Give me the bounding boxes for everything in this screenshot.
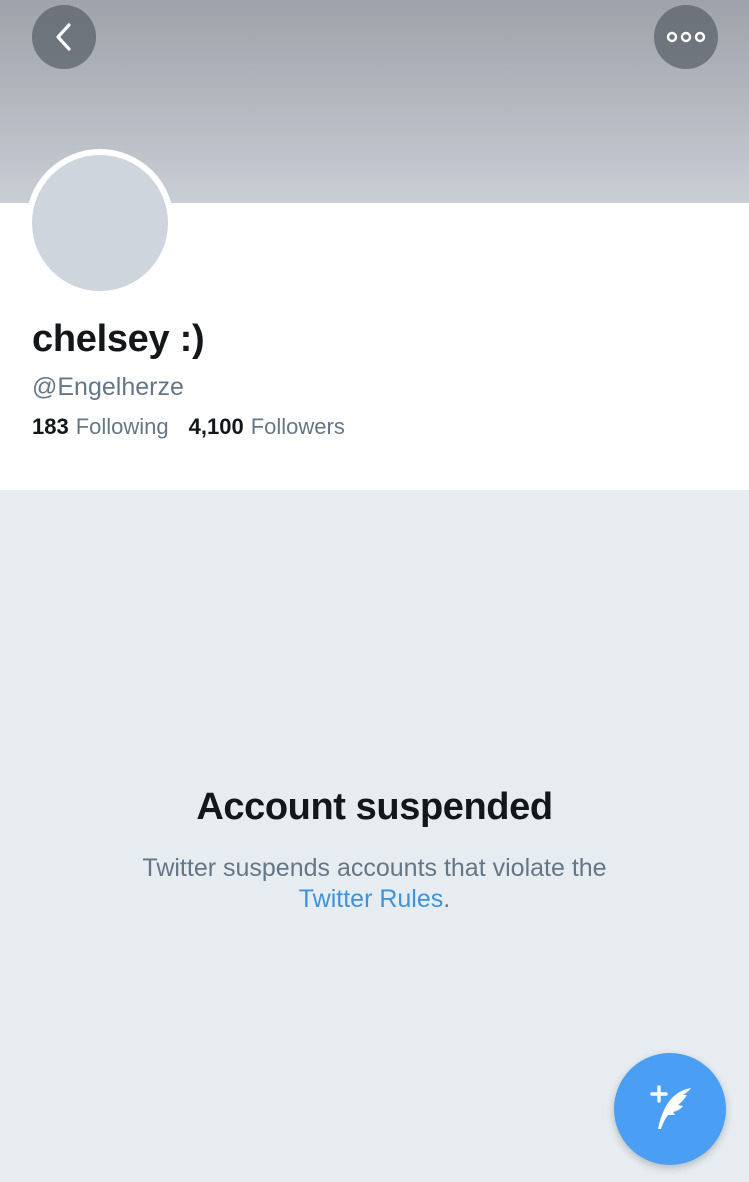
following-count: 183 bbox=[32, 414, 69, 439]
followers-label: Followers bbox=[250, 414, 345, 439]
followers-count: 4,100 bbox=[188, 414, 244, 439]
follow-stats: 183 Following 4,100 Followers bbox=[32, 414, 345, 440]
more-options-button[interactable] bbox=[654, 5, 718, 69]
back-button[interactable] bbox=[32, 5, 96, 69]
compose-tweet-button[interactable] bbox=[614, 1053, 726, 1165]
profile-screen: chelsey :) @Engelherze 183 Following 4,1… bbox=[0, 0, 749, 1182]
suspension-message: Twitter suspends accounts that violate t… bbox=[0, 853, 749, 915]
suspension-message-end: . bbox=[443, 885, 451, 913]
following-label: Following bbox=[75, 414, 169, 439]
chevron-left-icon bbox=[56, 23, 71, 51]
avatar[interactable] bbox=[26, 149, 174, 297]
user-handle: @Engelherze bbox=[32, 373, 184, 401]
display-name: chelsey :) bbox=[32, 318, 205, 360]
compose-tweet-icon bbox=[650, 1085, 691, 1129]
followers-stat[interactable]: 4,100 Followers bbox=[189, 414, 345, 440]
suspension-message-text: Twitter suspends accounts that violate t… bbox=[142, 854, 607, 882]
following-stat[interactable]: 183 Following bbox=[32, 414, 169, 440]
more-options-icon bbox=[666, 31, 706, 43]
suspension-title: Account suspended bbox=[196, 786, 553, 828]
twitter-rules-link[interactable]: Twitter Rules bbox=[299, 885, 443, 913]
suspension-notice: Account suspended Twitter suspends accou… bbox=[0, 786, 749, 915]
